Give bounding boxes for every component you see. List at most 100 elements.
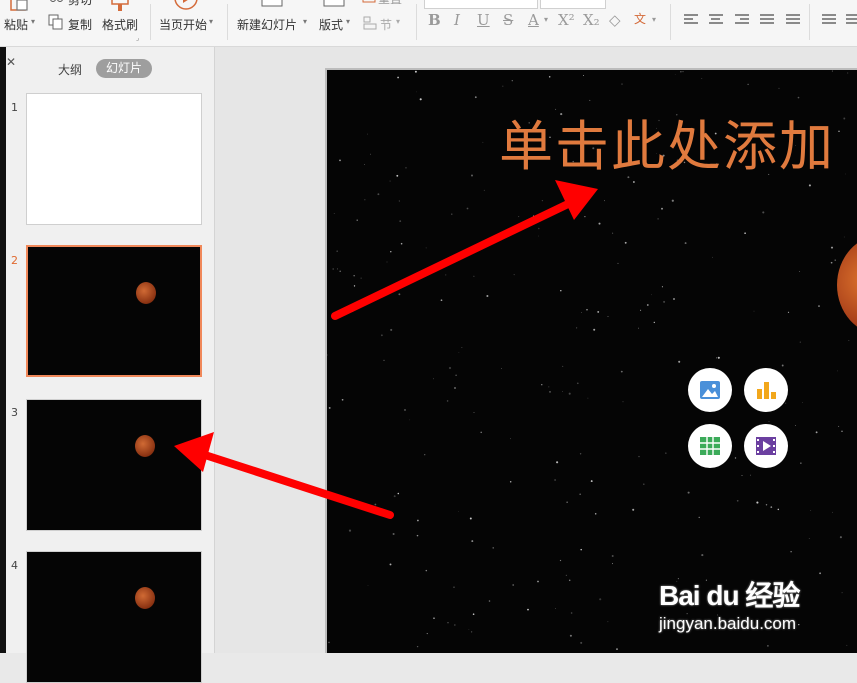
new-slide-button[interactable]: 新建幻灯片 xyxy=(237,16,297,33)
star xyxy=(389,180,391,182)
slide-thumbnail-1[interactable] xyxy=(26,93,202,225)
star xyxy=(360,277,362,279)
copy-icon[interactable] xyxy=(48,14,64,30)
star xyxy=(364,199,366,201)
star xyxy=(674,74,676,75)
section-button[interactable]: 节 xyxy=(380,16,392,33)
underline-icon[interactable]: U xyxy=(477,11,490,29)
section-dropdown-icon[interactable]: ▾ xyxy=(396,17,400,26)
star xyxy=(397,76,399,79)
bold-icon[interactable]: B xyxy=(428,11,441,29)
reset-button[interactable]: 重置 xyxy=(378,0,402,7)
star xyxy=(458,511,459,512)
font-size-box[interactable] xyxy=(540,0,606,9)
subscript-icon[interactable]: X₂ xyxy=(583,11,600,29)
tab-slides[interactable]: 幻灯片 xyxy=(96,59,152,78)
slide-number: 1 xyxy=(11,101,18,114)
new-slide-dropdown-icon[interactable]: ▾ xyxy=(303,17,307,26)
align-center-icon[interactable] xyxy=(709,14,723,26)
star xyxy=(466,207,469,210)
slide-thumbnail-4[interactable] xyxy=(26,551,202,683)
star xyxy=(455,374,457,377)
insert-table-icon[interactable] xyxy=(688,424,732,468)
paste-dropdown-icon[interactable]: ▾ xyxy=(31,17,35,26)
format-painter-button[interactable]: 格式刷 xyxy=(102,16,138,33)
slide-thumbnail-3[interactable] xyxy=(26,399,202,531)
justify-icon[interactable] xyxy=(760,14,774,26)
insert-chart-icon[interactable] xyxy=(744,368,788,412)
format-painter-icon[interactable] xyxy=(110,0,130,12)
star xyxy=(815,431,818,434)
clear-format-icon[interactable]: ◇ xyxy=(609,11,621,29)
separator xyxy=(670,4,671,40)
text-direction-icon[interactable] xyxy=(846,14,857,26)
separator xyxy=(809,4,810,40)
layout-dropdown-icon[interactable]: ▾ xyxy=(346,17,350,26)
strikethrough-icon[interactable]: S xyxy=(503,11,513,29)
from-current-button[interactable]: 当页开始 xyxy=(159,16,207,33)
cut-button[interactable]: 剪切 xyxy=(68,0,92,8)
star xyxy=(604,200,605,202)
copy-button[interactable]: 复制 xyxy=(68,16,92,33)
star xyxy=(569,634,572,637)
layout-icon[interactable] xyxy=(323,0,345,8)
from-current-dropdown-icon[interactable]: ▾ xyxy=(209,17,213,26)
star xyxy=(453,586,455,588)
slide-thumbnail-2[interactable] xyxy=(26,245,202,377)
star xyxy=(750,474,751,476)
star xyxy=(511,80,513,82)
star xyxy=(364,164,365,165)
font-color-icon[interactable]: A xyxy=(528,11,539,29)
star xyxy=(795,425,797,426)
star xyxy=(469,517,472,520)
star xyxy=(839,536,842,539)
star xyxy=(661,207,663,210)
separator xyxy=(150,4,151,40)
italic-icon[interactable]: I xyxy=(454,11,460,29)
star xyxy=(753,310,755,312)
slide-number: 4 xyxy=(11,559,18,572)
star xyxy=(383,359,385,362)
line-spacing-icon[interactable] xyxy=(822,14,836,26)
star xyxy=(458,352,460,353)
baidu-jingyan-watermark: Bai du 经验 jingyan.baidu.com xyxy=(655,560,855,650)
separator xyxy=(416,4,417,40)
align-left-icon[interactable] xyxy=(684,14,698,26)
title-placeholder[interactable]: 单击此处添加 xyxy=(499,102,835,181)
insert-picture-icon[interactable] xyxy=(688,368,732,412)
star xyxy=(673,298,675,300)
paste-icon[interactable] xyxy=(8,0,30,12)
star xyxy=(555,608,556,610)
play-from-current-icon[interactable] xyxy=(174,0,198,12)
new-slide-icon[interactable] xyxy=(260,0,284,8)
tab-outline[interactable]: 大纲 xyxy=(58,61,82,78)
reset-icon[interactable] xyxy=(362,0,376,4)
paste-button[interactable]: 粘贴 xyxy=(4,16,28,33)
superscript-icon[interactable]: X² xyxy=(558,11,575,29)
moon-image xyxy=(136,282,156,304)
font-name-box[interactable] xyxy=(424,0,538,9)
star xyxy=(556,461,559,464)
star xyxy=(328,406,331,409)
font-color-dropdown-icon[interactable]: ▾ xyxy=(544,15,548,24)
scissors-icon[interactable] xyxy=(49,0,65,4)
section-icon[interactable] xyxy=(363,16,377,30)
slide-number: 3 xyxy=(11,406,18,419)
distributed-icon[interactable] xyxy=(786,14,800,26)
star xyxy=(380,334,383,337)
star xyxy=(579,453,582,455)
star xyxy=(374,503,377,506)
layout-button[interactable]: 版式 xyxy=(319,16,343,33)
star xyxy=(332,268,335,270)
align-right-icon[interactable] xyxy=(735,14,749,26)
clipboard-launcher-icon[interactable]: ⌟ xyxy=(136,34,139,42)
phonetic-dropdown-icon[interactable]: ▾ xyxy=(652,15,656,24)
star xyxy=(701,78,703,79)
insert-video-icon[interactable] xyxy=(744,424,788,468)
phonetic-guide-icon[interactable]: 文 xyxy=(634,10,646,27)
close-panel-icon[interactable]: ✕ xyxy=(6,55,16,69)
star xyxy=(541,199,544,202)
star xyxy=(370,153,371,155)
star xyxy=(734,457,737,459)
star xyxy=(440,299,443,302)
